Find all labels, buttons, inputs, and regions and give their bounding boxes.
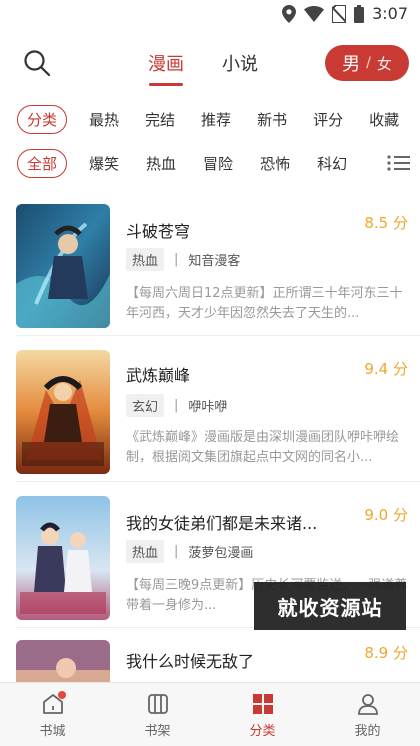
book-description: 《武炼巅峰》漫画版是由深圳漫画团队咿咔咿绘制，根据阅文集团旗起点中文网的同名小.… <box>126 430 400 465</box>
filter-chip-new[interactable]: 新书 <box>257 109 287 130</box>
no-sim-icon <box>332 4 347 23</box>
meta-separator: | <box>174 544 179 559</box>
book-score: 8.9 分 <box>364 644 408 662</box>
sort-filter-row: 分类 最热 完结 推荐 新书 评分 收藏 <box>0 99 420 139</box>
profile-icon <box>357 694 378 715</box>
nav-item-bookshelf[interactable]: 书架 <box>105 683 210 746</box>
category-grid-icon <box>252 694 273 714</box>
meta-separator: | <box>174 398 179 413</box>
location-icon <box>282 4 297 23</box>
genre-chip-horror[interactable]: 恐怖 <box>260 153 290 174</box>
list-item[interactable]: 武炼巅峰 9.4 分 玄幻 | 咿咔咿 《武炼巅峰》漫画版是由深圳漫画团队咿咔咿… <box>0 336 420 482</box>
gender-separator: / <box>366 55 371 71</box>
gender-female: 女 <box>376 54 392 73</box>
book-meta: 玄幻 | 咿咔咿 <box>126 394 227 417</box>
tab-novels[interactable]: 小说 <box>222 50 258 86</box>
genre-chip-scifi[interactable]: 科幻 <box>317 153 347 174</box>
book-meta: 热血 | 知音漫客 <box>126 248 240 271</box>
nav-item-profile[interactable]: 我的 <box>315 683 420 746</box>
book-cover[interactable] <box>16 496 110 620</box>
search-icon[interactable] <box>22 48 52 78</box>
genre-tag: 热血 <box>126 540 165 563</box>
filter-chip-category[interactable]: 分类 <box>17 104 68 134</box>
nav-item-bookstore[interactable]: 书城 <box>0 683 105 746</box>
cover-art <box>16 496 110 620</box>
book-score: 8.5 分 <box>364 214 408 232</box>
genre-tag: 玄幻 <box>126 394 165 417</box>
genre-chip-all[interactable]: 全部 <box>17 148 68 178</box>
bookshelf-icon <box>147 694 168 714</box>
book-title[interactable]: 武炼巅峰 <box>126 362 190 386</box>
book-score: 9.0 分 <box>364 506 408 524</box>
book-author: 菠萝包漫画 <box>188 546 254 561</box>
top-bar: 漫画 小说 男 / 女 <box>0 36 420 90</box>
filter-chip-completed[interactable]: 完结 <box>145 109 175 130</box>
genre-filter-row: 全部 爆笑 热血 冒险 恐怖 科幻 <box>0 143 420 183</box>
book-author: 知音漫客 <box>188 254 241 269</box>
cover-art <box>16 350 110 474</box>
gender-male: 男 <box>342 54 361 75</box>
list-item[interactable]: 斗破苍穹 8.5 分 热血 | 知音漫客 【每周六周日12点更新】正所谓三十年河… <box>0 190 420 336</box>
status-icons: 3:07 <box>282 4 408 23</box>
gender-toggle[interactable]: 男 / 女 <box>325 45 409 81</box>
wifi-icon <box>304 5 325 22</box>
book-title[interactable]: 我的女徒弟们都是未来诸... <box>126 510 317 534</box>
nav-label: 书架 <box>144 724 171 739</box>
battery-icon <box>354 4 365 23</box>
book-description: 【每周六周日12点更新】正所谓三十年河东三十年河西，天才少年因忽然失去了天生的.… <box>126 286 403 321</box>
status-time: 3:07 <box>372 4 408 23</box>
status-bar: 3:07 <box>0 0 420 30</box>
book-title[interactable]: 我什么时候无敌了 <box>126 648 254 672</box>
book-title[interactable]: 斗破苍穹 <box>126 218 190 242</box>
watermark-overlay: 就收资源站 <box>254 582 406 630</box>
book-cover[interactable] <box>16 350 110 474</box>
genre-chip-adventure[interactable]: 冒险 <box>203 153 233 174</box>
genre-chip-action[interactable]: 热血 <box>146 153 176 174</box>
book-cover[interactable] <box>16 204 110 328</box>
book-author: 咿咔咿 <box>188 400 228 415</box>
book-meta: 热血 | 菠萝包漫画 <box>126 540 253 563</box>
genre-tag: 热血 <box>126 248 165 271</box>
tab-comics[interactable]: 漫画 <box>148 50 184 86</box>
notification-badge <box>58 691 66 699</box>
bottom-nav: 书城 书架 分类 我的 <box>0 682 420 746</box>
nav-label: 我的 <box>354 724 381 739</box>
cover-art <box>16 204 110 328</box>
list-icon[interactable] <box>386 153 410 173</box>
content-type-tabs: 漫画 小说 <box>148 50 258 86</box>
filter-chip-hottest[interactable]: 最热 <box>89 109 119 130</box>
genre-chip-comedy[interactable]: 爆笑 <box>89 153 119 174</box>
book-score: 9.4 分 <box>364 360 408 378</box>
filter-chip-rating[interactable]: 评分 <box>313 109 343 130</box>
nav-label: 书城 <box>39 724 66 739</box>
nav-label: 分类 <box>249 724 276 739</box>
filter-chip-favorites[interactable]: 收藏 <box>369 109 399 130</box>
nav-item-category[interactable]: 分类 <box>210 683 315 746</box>
filter-chip-recommended[interactable]: 推荐 <box>201 109 231 130</box>
meta-separator: | <box>174 252 179 267</box>
